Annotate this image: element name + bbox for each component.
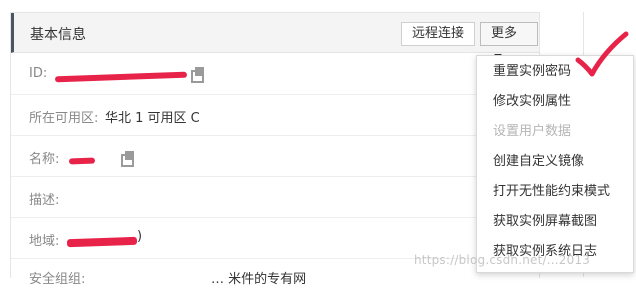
field-row-id: ID: (11, 54, 539, 95)
more-dropdown-menu: 重置实例密码 修改实例属性 设置用户数据 创建自定义镜像 打开无性能约束模式 获… (476, 55, 634, 273)
field-label-zone: 所在可用区: (29, 111, 99, 126)
menu-item-get-screenshot[interactable]: 获取实例屏幕截图 (477, 207, 633, 237)
more-button[interactable]: 更多 (480, 22, 538, 58)
watermark-text: https://blog.csdn.net/...2013 (414, 253, 591, 267)
menu-item-create-custom-image[interactable]: 创建自定义镜像 (477, 147, 633, 177)
redaction-mark (54, 71, 188, 83)
basic-info-panel: 基本信息 远程连接 更多 ID: 所在可用区: 华北 1 可用区 C 名称: 描… (10, 12, 540, 287)
menu-item-set-user-data: 设置用户数据 (493, 124, 572, 139)
copy-icon[interactable] (121, 151, 134, 167)
more-button-label: 更多 (491, 26, 518, 41)
field-row-description: 描述: (11, 177, 539, 218)
field-label-id: ID: (29, 66, 48, 81)
panel-header: 基本信息 远程连接 更多 (11, 13, 539, 58)
field-value-region: ) (137, 229, 143, 244)
field-label-description: 描述: (29, 193, 60, 208)
redaction-mark (68, 157, 96, 165)
panel-title: 基本信息 (30, 27, 86, 43)
field-value-zone: 华北 1 可用区 C (105, 111, 200, 126)
checkmark-annotation (575, 31, 629, 77)
field-value-security-group: … 米件的专有网 (211, 272, 307, 287)
field-label-name: 名称: (29, 152, 60, 167)
field-label-security-group: 安全组组: (29, 272, 86, 287)
field-row-name: 名称: (11, 136, 539, 177)
redaction-mark (66, 236, 138, 248)
field-row-zone: 所在可用区: 华北 1 可用区 C (11, 95, 539, 136)
remote-connect-button[interactable]: 远程连接 (401, 22, 475, 46)
copy-icon[interactable] (191, 67, 204, 83)
field-label-region: 地域: (29, 234, 60, 249)
menu-item-unlimited-mode[interactable]: 打开无性能约束模式 (477, 177, 633, 207)
menu-item-modify-attributes[interactable]: 修改实例属性 (477, 87, 633, 117)
